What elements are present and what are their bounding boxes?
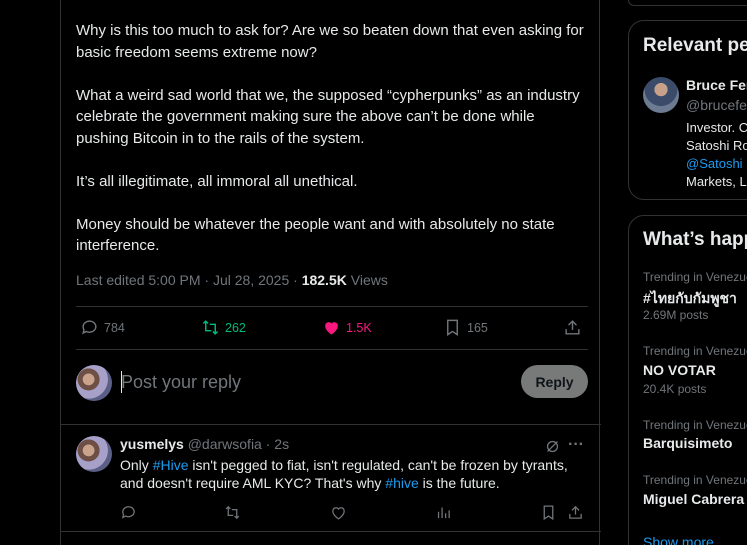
trend-item[interactable]: NO VOTAR: [643, 362, 716, 378]
trend-post-count: 2.69M posts: [643, 308, 709, 322]
trend-item[interactable]: #ไทยกับกัมพูชา: [643, 288, 737, 310]
repost-icon: [202, 320, 219, 335]
reply-button[interactable]: Reply: [521, 365, 588, 398]
post-paragraph-2: What a weird sad world that we, the supp…: [76, 86, 580, 147]
show-more-link[interactable]: Show more: [643, 534, 714, 545]
repost-action[interactable]: 262: [201, 318, 246, 337]
reply-action[interactable]: 784: [80, 318, 125, 337]
bookmark-icon: [447, 319, 458, 336]
trend-context: Trending in Venezue: [643, 473, 747, 487]
trends-panel: What’s happ Trending in Venezue #ไทยกับก…: [628, 215, 747, 545]
bio-line: Satoshi Ro: [686, 138, 747, 153]
author-handle[interactable]: @darwsofia · 2s: [184, 436, 289, 452]
bookmark-count: 165: [467, 320, 488, 335]
post-paragraph-1: Why is this too much to ask for? Are we …: [76, 22, 584, 61]
divider: [61, 531, 601, 532]
divider: [76, 306, 588, 307]
reply-text-part: is the future.: [418, 475, 500, 491]
post-meta: Last edited 5:00 PM · Jul 28, 2025 · 182…: [76, 272, 388, 288]
views-count: 182.5K: [301, 272, 347, 288]
avatar[interactable]: [76, 365, 112, 401]
hashtag-link[interactable]: #hive: [385, 475, 418, 491]
avatar[interactable]: [76, 436, 112, 472]
reply-input[interactable]: Post your reply: [121, 372, 241, 393]
reply-count: 784: [104, 320, 125, 335]
repost-icon[interactable]: [224, 504, 241, 521]
bio-mention-link[interactable]: @Satoshi: [686, 156, 743, 171]
bookmark-action[interactable]: 165: [443, 318, 488, 337]
heart-icon: [325, 322, 338, 335]
share-action[interactable]: [563, 318, 582, 337]
main-column: Why is this too much to ask for? Are we …: [60, 0, 601, 545]
reply-text-part: Only: [120, 457, 153, 473]
author-name[interactable]: yusmelys: [120, 436, 184, 452]
trend-context: Trending in Venezue: [643, 344, 747, 358]
grok-icon[interactable]: [544, 438, 561, 455]
bookmark-icon[interactable]: [540, 504, 557, 521]
edited-timestamp[interactable]: Last edited 5:00 PM · Jul 28, 2025 ·: [76, 272, 302, 288]
trend-context: Trending in Venezue: [643, 418, 747, 432]
reply-text-part: isn't pegged to fiat, isn't regulated, c…: [120, 457, 568, 491]
post-actions: 784 262 1.5K 165: [76, 308, 588, 348]
like-action[interactable]: 1.5K: [322, 318, 372, 337]
avatar[interactable]: [643, 77, 679, 113]
post-text: Why is this too much to ask for? Are we …: [76, 20, 591, 278]
post-paragraph-3: It’s all illegitimate, all immoral all u…: [76, 172, 358, 190]
bio-line: Markets, L: [686, 174, 747, 189]
trend-post-count: 20.4K posts: [643, 382, 707, 396]
repost-count: 262: [225, 320, 246, 335]
like-count: 1.5K: [346, 320, 372, 335]
reply-text: Only #Hive isn't pegged to fiat, isn't r…: [120, 456, 580, 492]
divider: [76, 349, 588, 350]
trend-item[interactable]: Barquisimeto: [643, 435, 732, 451]
post-paragraph-4: Money should be whatever the people want…: [76, 215, 555, 255]
reply-icon: [82, 320, 97, 335]
panel-title: What’s happ: [643, 229, 747, 250]
panel-title: Relevant pe: [643, 35, 747, 56]
heart-icon[interactable]: [330, 504, 347, 521]
hashtag-link[interactable]: #Hive: [153, 457, 189, 473]
person-name[interactable]: Bruce Fen: [686, 77, 747, 93]
reply-header: yusmelys @darwsofia · 2s: [120, 436, 289, 452]
relevant-people-panel: Relevant pe Bruce Fen @brucefen Investor…: [628, 20, 747, 200]
trend-item[interactable]: Miguel Cabrera: [643, 491, 744, 507]
reply-icon[interactable]: [120, 504, 137, 521]
share-icon: [565, 320, 580, 335]
reply-composer: Post your reply Reply: [76, 360, 588, 404]
views-icon[interactable]: [435, 504, 452, 521]
views-label: Views: [346, 272, 388, 288]
sidebar-top-divider: [628, 0, 747, 6]
trend-context: Trending in Venezue: [643, 270, 747, 284]
person-handle[interactable]: @brucefen: [686, 97, 747, 113]
more-icon[interactable]: ···: [568, 436, 584, 454]
bio-line: Investor. C: [686, 120, 747, 135]
divider: [61, 424, 601, 425]
share-icon[interactable]: [567, 504, 584, 521]
